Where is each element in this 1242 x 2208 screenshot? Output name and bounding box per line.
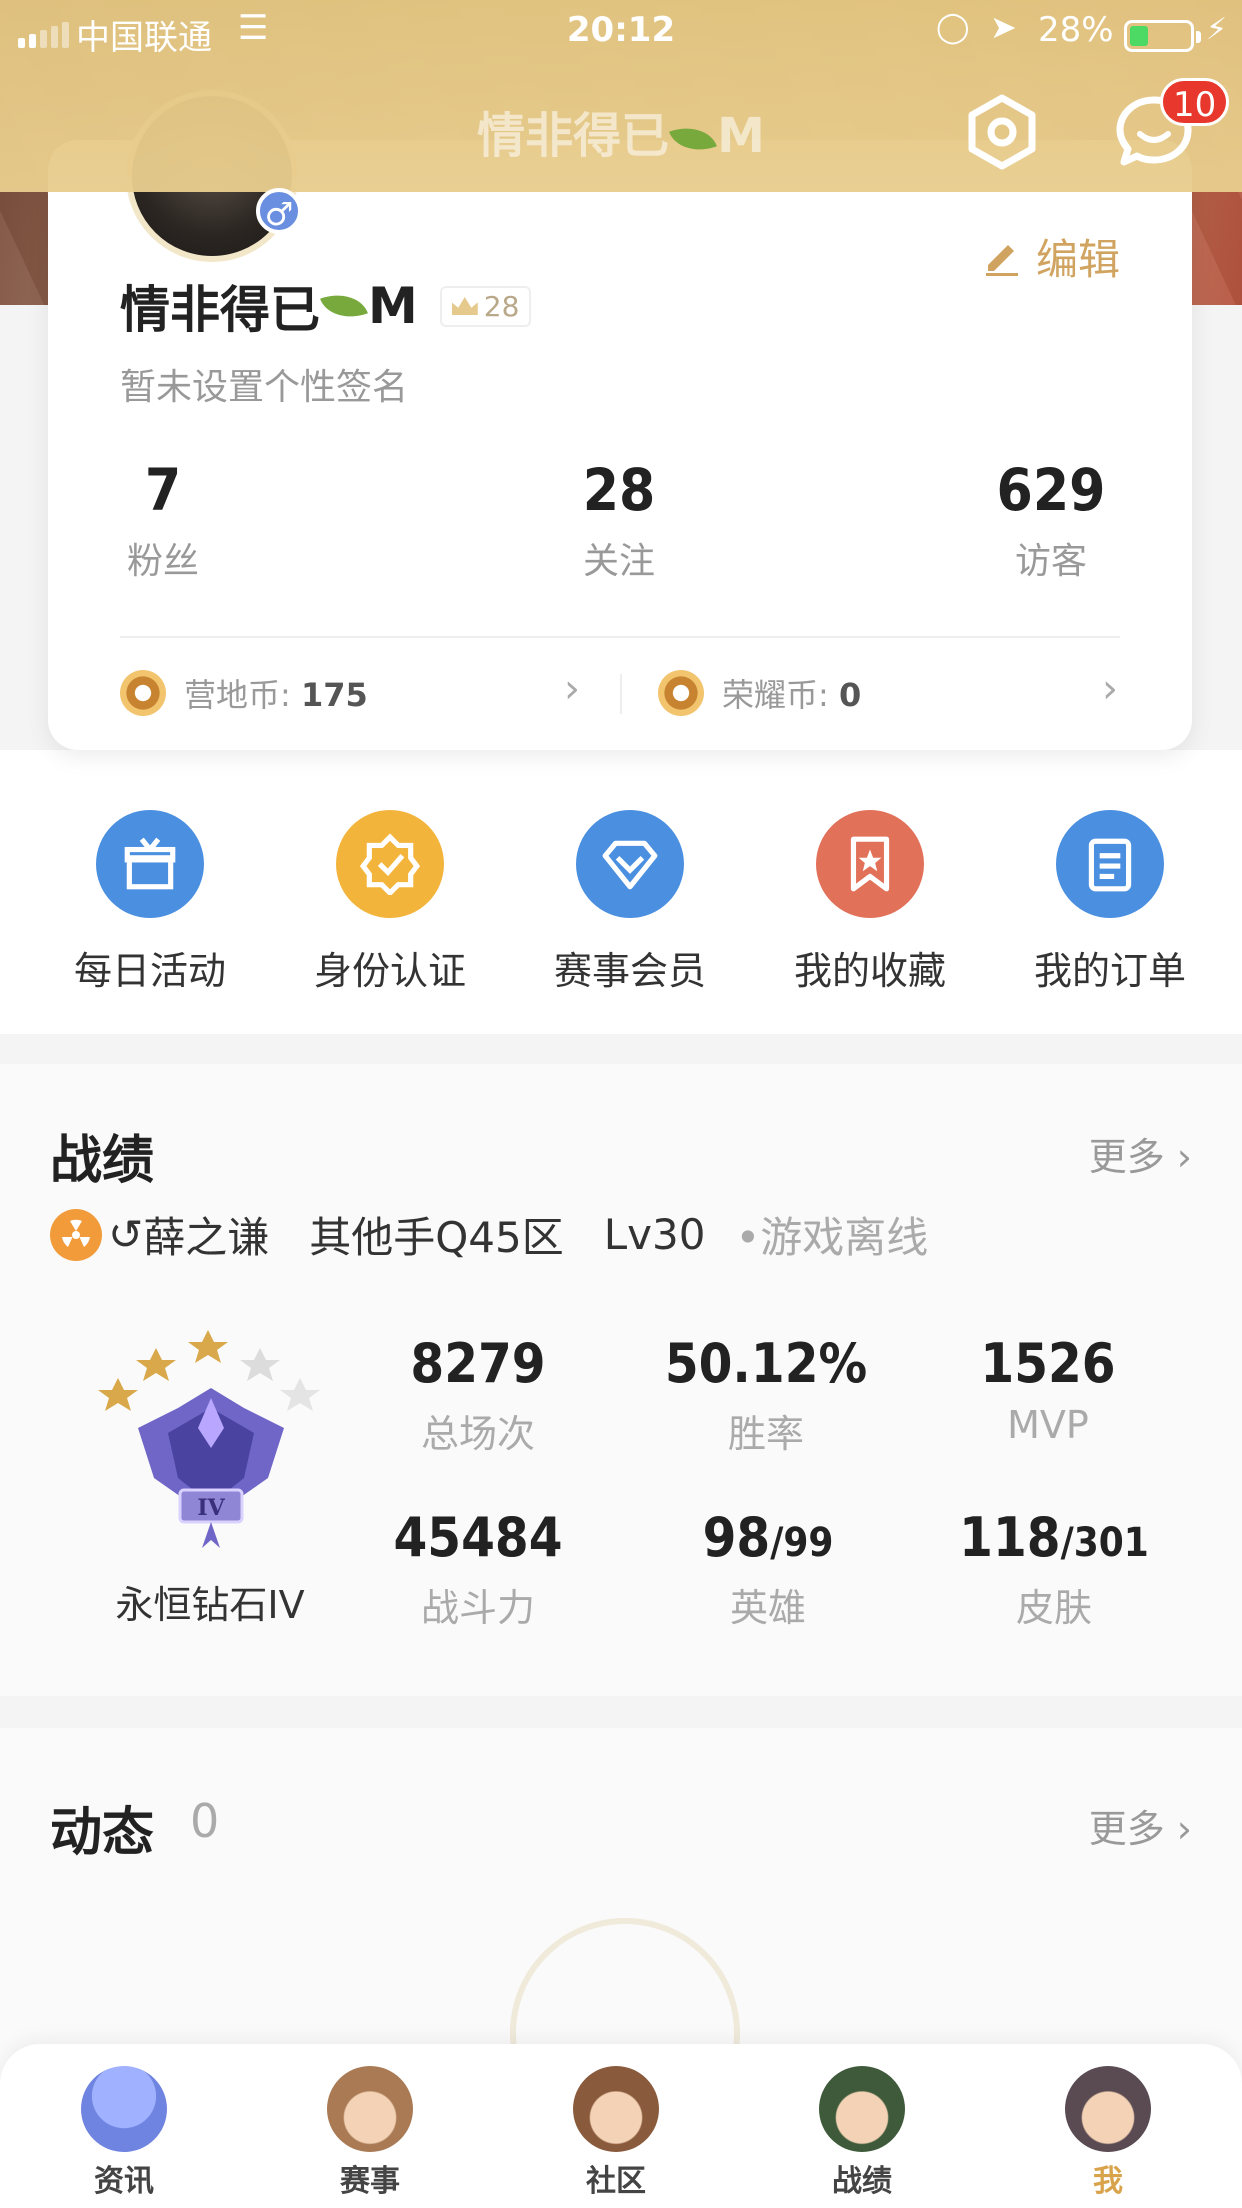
honor-coin[interactable]: 荣耀币: 0 [658, 670, 861, 716]
diamond-icon [576, 810, 684, 918]
divider [120, 636, 1120, 638]
swirl-icon: ↺ [108, 1210, 144, 1259]
profile-name: 情非得已 M 28 [120, 270, 532, 342]
me-avatar-icon [1065, 2066, 1151, 2152]
leaf-icon [669, 118, 718, 160]
section-title: 动态 [50, 1803, 155, 1863]
battle-record-section: 战绩 更多 › ↺ 薛之谦 其他手Q45区 Lv30 •游戏离线 IV 永恒钻石… [0, 1064, 1242, 1696]
quick-menu: 每日活动 身份认证 赛事会员 我的收藏 我的订单 [0, 750, 1242, 1034]
tab-news[interactable]: 资讯 [44, 2066, 204, 2200]
edit-label: 编辑 [1035, 235, 1120, 284]
status-bar: 中国联通 ☰ 20:12 ◯ ➤ 28% ⚡ [0, 8, 1242, 58]
leaf-icon [320, 285, 368, 327]
menu-my-orders[interactable]: 我的订单 [1010, 810, 1210, 995]
player-name: 薛之谦 [143, 1213, 270, 1262]
gift-icon [96, 810, 204, 918]
records-avatar-icon [819, 2066, 905, 2152]
location-icon: ➤ [990, 8, 1017, 46]
charging-icon: ⚡ [1206, 12, 1228, 47]
male-gender-icon: ♂ [256, 188, 302, 234]
mvp-stat: 1526 MVP [980, 1332, 1116, 1447]
menu-event-membership[interactable]: 赛事会员 [530, 810, 730, 995]
game-account-line[interactable]: ↺ 薛之谦 其他手Q45区 Lv30 •游戏离线 [50, 1204, 928, 1265]
tab-events[interactable]: 赛事 [290, 2066, 450, 2200]
camp-coin-icon [120, 670, 166, 716]
badge-check-icon [336, 810, 444, 918]
bottom-tab-bar: 资讯 赛事 社区 战绩 我 [0, 2044, 1242, 2208]
chevron-right-icon[interactable]: › [564, 666, 580, 712]
visitors-stat[interactable]: 629 访客 [976, 456, 1126, 584]
chevron-right-icon: › [1176, 1807, 1192, 1851]
tab-records[interactable]: 战绩 [782, 2066, 942, 2200]
divider [620, 674, 622, 714]
win-rate-stat: 50.12% 胜率 [664, 1332, 868, 1456]
menu-my-favorites[interactable]: 我的收藏 [770, 810, 970, 995]
events-avatar-icon [327, 2066, 413, 2152]
following-stat[interactable]: 28 关注 [544, 456, 694, 584]
tab-community[interactable]: 社区 [536, 2066, 696, 2200]
battery-icon [1124, 20, 1201, 52]
fans-stat[interactable]: 7 粉丝 [108, 456, 218, 584]
tab-me[interactable]: 我 [1028, 2066, 1188, 2200]
online-status: •游戏离线 [735, 1213, 929, 1262]
menu-daily-activity[interactable]: 每日活动 [50, 810, 250, 995]
power-stat: 45484 战斗力 [393, 1506, 563, 1630]
settings-hexagon-icon[interactable] [962, 92, 1042, 172]
community-avatar-icon [573, 2066, 659, 2152]
server-name: 其他手Q45区 [309, 1213, 564, 1262]
clipboard-icon [1056, 810, 1164, 918]
rotation-lock-icon: ◯ [936, 10, 970, 45]
radiation-icon [50, 1208, 102, 1261]
activity-more-link[interactable]: 更多 › [1089, 1798, 1192, 1853]
rank-name: 永恒钻石IV [115, 1583, 305, 1627]
svg-text:IV: IV [197, 1495, 225, 1521]
level-chip: 28 [439, 285, 532, 327]
crown-icon [451, 297, 478, 315]
bookmark-icon [816, 810, 924, 918]
rank-emblem-icon: IV [98, 1330, 320, 1548]
follow-stats: 7 粉丝 28 关注 629 访客 [120, 456, 1120, 582]
player-level: Lv30 [603, 1210, 706, 1259]
activity-count: 0 [190, 1794, 220, 1848]
section-title: 战绩 [50, 1131, 155, 1191]
message-badge: 10 [1160, 78, 1230, 126]
pencil-icon [985, 244, 1018, 276]
menu-identity-verification[interactable]: 身份认证 [290, 810, 490, 995]
battery-percent: 28% [1038, 10, 1114, 50]
honor-coin-icon [658, 670, 704, 716]
top-bar: 中国联通 ☰ 20:12 ◯ ➤ 28% ⚡ 情非得已 M 10 [0, 0, 1242, 192]
skins-stat: 118/301 皮肤 [959, 1506, 1149, 1630]
chevron-right-icon[interactable]: › [1102, 666, 1118, 712]
nav-title: 情非得已 M [477, 108, 765, 164]
chevron-right-icon: › [1176, 1135, 1192, 1179]
total-matches-stat: 8279 总场次 [410, 1332, 546, 1456]
edit-profile-button[interactable]: 编辑 [982, 226, 1120, 287]
camp-coin[interactable]: 营地币: 175 [120, 670, 368, 716]
news-avatar-icon [81, 2066, 167, 2152]
signature[interactable]: 暂未设置个性签名 [120, 358, 408, 410]
record-more-link[interactable]: 更多 › [1089, 1126, 1192, 1181]
heroes-stat: 98/99 英雄 [702, 1506, 834, 1630]
